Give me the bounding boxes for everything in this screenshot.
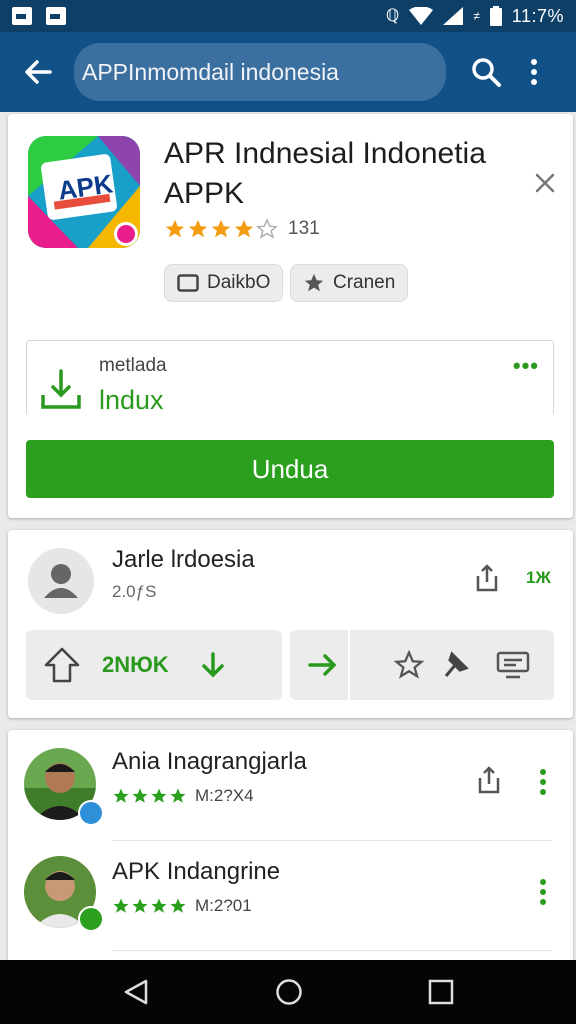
review-meta-text: M:2?X4 [195, 786, 254, 805]
review-item[interactable]: APK Indangrine M:2?01 [8, 840, 573, 950]
clock: 11:7% [511, 5, 564, 26]
app-rating: 131 [164, 218, 320, 240]
system-nav-bar [0, 960, 576, 1024]
gallery-notification-icon [12, 7, 32, 25]
search-query-text: APPInmomdail indonesia [82, 58, 339, 85]
install-button[interactable]: Undua [26, 440, 554, 498]
review-menu-button[interactable] [538, 768, 548, 796]
status-bar: ℚ ≠ 11:7% [0, 0, 576, 32]
star-filled-icon [113, 788, 129, 803]
star-filled-icon [211, 219, 231, 238]
star-filled-icon [234, 219, 254, 238]
share-icon [478, 766, 500, 794]
more-vert-icon [540, 879, 546, 905]
battery-icon [489, 6, 502, 26]
review-meta: M:2?01 [112, 896, 252, 916]
close-button[interactable] [532, 170, 558, 196]
publisher-name: Jarle lrdoesia [112, 546, 255, 573]
star-filled-icon [151, 898, 167, 913]
app-title: APR Indnesial Indonetia APPK [164, 137, 486, 210]
divider [348, 630, 350, 700]
app-details-card: APK APR Indnesial Indonetia APPK 131 Dai… [8, 114, 573, 518]
download-more-button[interactable]: ••• [513, 353, 539, 379]
nav-back-icon[interactable] [122, 978, 150, 1006]
chip-category[interactable]: DaikbO [164, 264, 284, 302]
share-icon [476, 564, 498, 592]
search-button[interactable] [464, 50, 508, 94]
primary-action-label[interactable]: 2NЮK [102, 652, 169, 678]
bookmark-up-icon[interactable] [42, 645, 82, 685]
wifi-icon [409, 7, 434, 25]
review-share-button[interactable] [476, 766, 502, 794]
star-outline-icon[interactable] [394, 650, 424, 680]
verified-badge-icon [78, 906, 104, 932]
review-stars [112, 787, 187, 805]
star-filled-icon [170, 788, 186, 803]
star-filled-icon [151, 788, 167, 803]
star-icon [304, 273, 324, 292]
publisher-card: Jarle lrdoesia 2.0ƒS 1Ж 2NЮK [8, 530, 573, 718]
download-panel: metlada lndux ••• [26, 340, 554, 415]
signal-icon [443, 7, 464, 25]
search-input[interactable]: APPInmomdail indonesia [74, 43, 446, 101]
more-vert-icon [531, 59, 537, 85]
arrow-right-icon[interactable] [308, 652, 338, 678]
star-filled-icon [132, 788, 148, 803]
arrow-back-icon [25, 60, 52, 84]
screen-cast-icon[interactable] [496, 650, 530, 680]
secondary-action-bar [290, 630, 554, 700]
reviewer-name: Ania Inagrangjarla [112, 748, 307, 775]
search-icon [472, 58, 501, 87]
download-panel-label: metlada [99, 355, 167, 376]
publisher-share-button[interactable] [474, 564, 500, 592]
verified-badge-icon [78, 800, 104, 826]
reviews-card: Ania Inagrangjarla M:2?X4 APK Indangrine [8, 730, 573, 960]
overflow-menu-button[interactable] [516, 50, 552, 94]
app-icon: APK [28, 136, 140, 248]
review-divider [112, 950, 552, 951]
nav-recents-icon[interactable] [428, 979, 454, 1005]
rating-stars [164, 218, 278, 240]
star-filled-icon [132, 898, 148, 913]
star-filled-icon [165, 219, 185, 238]
review-menu-button[interactable] [538, 878, 548, 906]
rating-count: 131 [288, 218, 320, 239]
more-vert-icon [540, 769, 546, 795]
review-item[interactable]: Ania Inagrangjarla M:2?X4 [8, 730, 573, 840]
app-bar: APPInmomdail indonesia [0, 32, 576, 112]
review-meta-text: M:2?01 [195, 896, 252, 915]
star-filled-icon [188, 219, 208, 238]
close-icon [535, 173, 555, 193]
chip-rating-label: Cranen [333, 272, 396, 293]
network-type-icon: ≠ [473, 9, 480, 23]
pin-icon[interactable] [442, 650, 470, 680]
arrow-down-icon[interactable] [199, 651, 227, 679]
download-panel-value: lndux [99, 385, 164, 415]
primary-action-bar: 2NЮK [26, 630, 282, 700]
chip-category-label: DaikbO [207, 272, 271, 293]
bluetooth-icon: ℚ [385, 6, 400, 25]
publisher-subtitle: 2.0ƒS [112, 582, 157, 601]
back-button[interactable] [12, 46, 64, 98]
square-icon [177, 274, 199, 292]
star-filled-icon [113, 898, 129, 913]
star-filled-icon [170, 898, 186, 913]
publisher-avatar[interactable] [28, 548, 94, 614]
nav-home-icon[interactable] [275, 978, 303, 1006]
star-empty-icon [256, 218, 278, 239]
reviewer-name: APK Indangrine [112, 858, 281, 885]
publisher-count: 1Ж [526, 568, 551, 587]
person-icon [44, 564, 78, 598]
review-stars [112, 897, 187, 915]
photo-notification-icon [46, 7, 66, 25]
download-icon [41, 369, 81, 409]
review-meta: M:2?X4 [112, 786, 254, 806]
chip-rating[interactable]: Cranen [290, 264, 409, 302]
